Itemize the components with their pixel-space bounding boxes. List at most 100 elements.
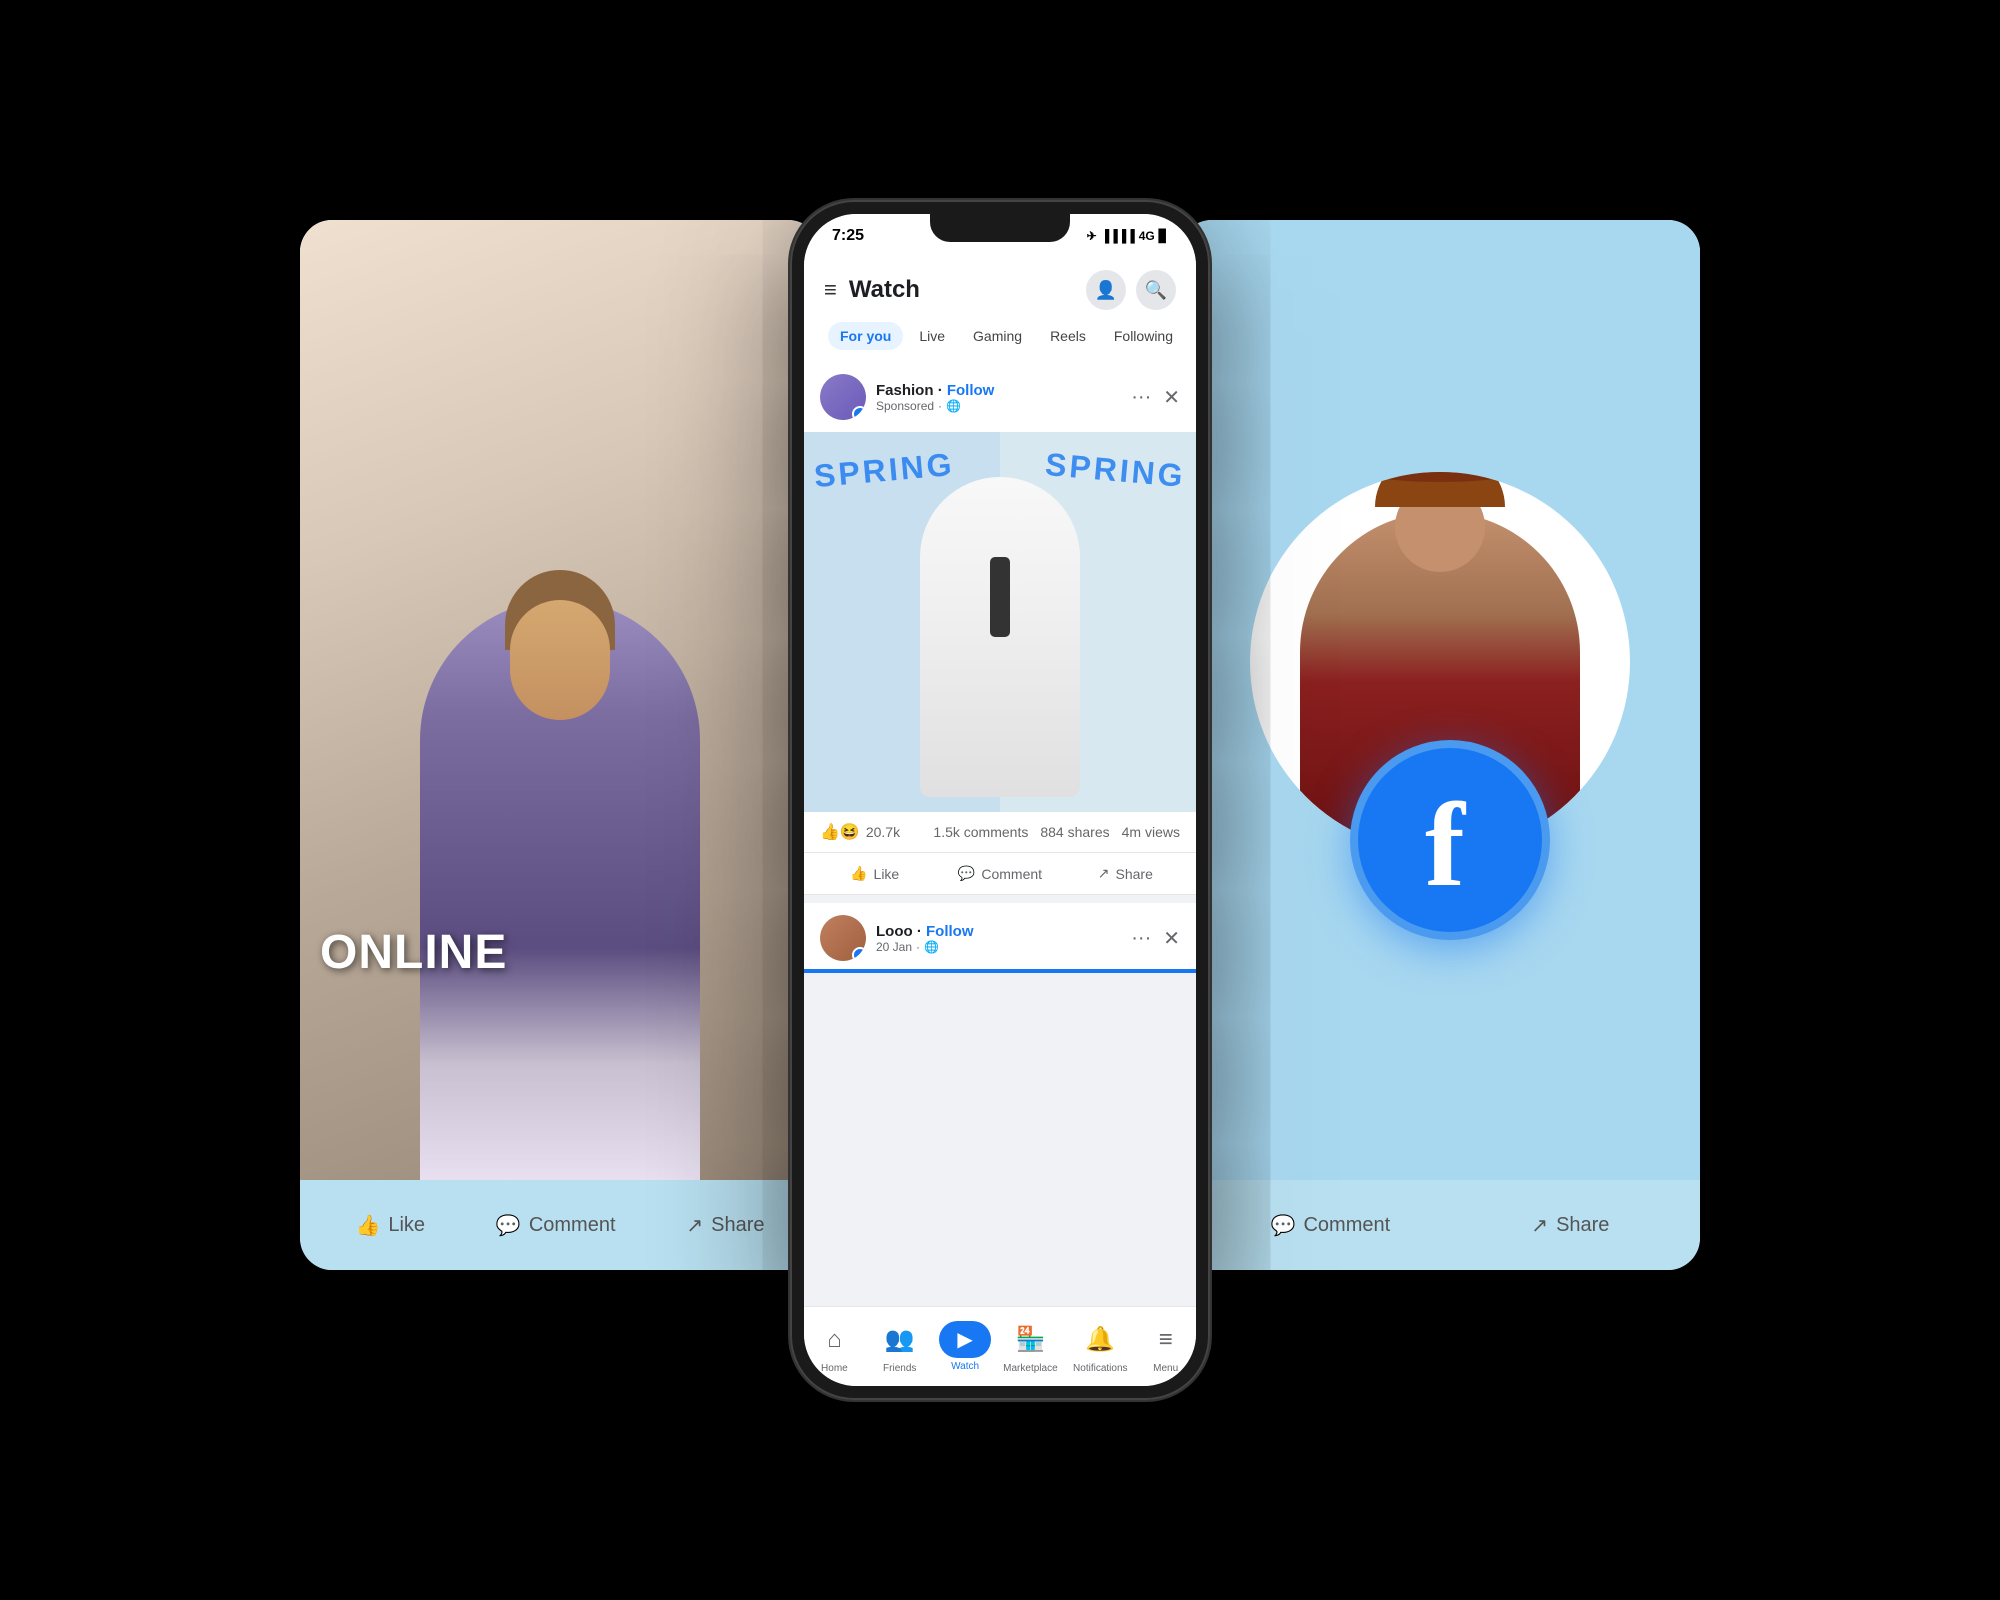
- views-count: 4m views: [1122, 824, 1180, 840]
- status-time: 7:25: [832, 227, 864, 245]
- post-1-subtitle: Sponsored · 🌐: [876, 399, 994, 413]
- home-icon: ⌂: [827, 1326, 842, 1353]
- menu-icon-bg: ≡: [1139, 1320, 1193, 1360]
- post-1-header-right: ··· ✕: [1131, 385, 1180, 410]
- nav-friends[interactable]: 👥 Friends: [865, 1311, 935, 1382]
- phone-screen: 7:25 ✈ ▐▐▐▐ 4G ▊ ≡ Watch: [804, 214, 1196, 1386]
- globe-icon: 🌐: [946, 399, 961, 413]
- like-action-icon: 👍: [850, 865, 867, 882]
- left-card-image: ONLINE: [300, 220, 820, 1180]
- share-action-icon: ↗: [1098, 865, 1110, 882]
- dot-separator: ·: [938, 399, 942, 413]
- nav-marketplace[interactable]: 🏪 Marketplace: [995, 1311, 1065, 1382]
- right-comment-button[interactable]: 💬 Comment: [1271, 1213, 1391, 1238]
- sponsored-label: Sponsored: [876, 399, 934, 413]
- verified-badge: ✓: [852, 406, 866, 420]
- like-icon: 👍: [355, 1213, 380, 1238]
- watch-nav-label: Watch: [951, 1361, 979, 1372]
- tab-gaming[interactable]: Gaming: [961, 322, 1034, 350]
- like-action-button[interactable]: 👍 Like: [812, 857, 937, 890]
- nav-watch[interactable]: ▶ Watch: [935, 1313, 996, 1380]
- post-2-follow-button[interactable]: Follow: [926, 923, 974, 940]
- tab-for-you[interactable]: For you: [828, 322, 903, 350]
- search-icon-button[interactable]: 🔍: [1136, 270, 1176, 310]
- post-1-stats: 👍😆 20.7k 1.5k comments 884 shares 4m vie…: [804, 812, 1196, 853]
- app-header: ≡ Watch 👤 🔍: [804, 258, 1196, 362]
- post-2-separator: ·: [917, 923, 926, 940]
- signal-bars: ▐▐▐▐: [1101, 229, 1135, 243]
- tab-live[interactable]: Live: [907, 322, 957, 350]
- network-label: 4G: [1139, 229, 1155, 243]
- share-action-button[interactable]: ↗ Share: [1063, 857, 1188, 890]
- nav-notifications[interactable]: 🔔 Notifications: [1065, 1311, 1135, 1382]
- post-2-more-button[interactable]: ···: [1131, 927, 1151, 950]
- online-text: ONLINE: [320, 925, 507, 980]
- friends-icon-bg: 👥: [865, 1319, 935, 1360]
- notifications-icon-bg: 🔔: [1065, 1319, 1135, 1360]
- post-card-2: ✓ Looo · Follow 20 Jan: [804, 903, 1196, 973]
- tab-reels[interactable]: Reels: [1038, 322, 1098, 350]
- left-like-label: Like: [388, 1214, 425, 1237]
- nav-home[interactable]: ⌂ Home: [804, 1312, 865, 1382]
- profile-icon: 👤: [1095, 280, 1117, 301]
- phone: 7:25 ✈ ▐▐▐▐ 4G ▊ ≡ Watch: [790, 200, 1210, 1400]
- app-title: Watch: [849, 276, 920, 304]
- watch-icon-bg: ▶: [939, 1321, 990, 1358]
- fb-f-letter: f: [1425, 785, 1465, 905]
- left-comment-label: Comment: [529, 1214, 616, 1237]
- navigation-icon: ✈: [1087, 229, 1097, 243]
- comments-count: 1.5k comments: [933, 824, 1028, 840]
- profile-icon-button[interactable]: 👤: [1086, 270, 1126, 310]
- model-figure: [920, 477, 1080, 797]
- tab-bar: For you Live Gaming Reels Following: [824, 322, 1176, 362]
- left-share-button[interactable]: ↗ Share: [686, 1213, 764, 1238]
- video-progress-bar[interactable]: [804, 969, 1196, 973]
- marketplace-icon: 🏪: [1015, 1326, 1045, 1353]
- feed-content: ✓ Fashion · Follow Sponsore: [804, 362, 1196, 1306]
- menu-icon: ≡: [1159, 1326, 1173, 1353]
- hamburger-icon[interactable]: ≡: [824, 277, 837, 303]
- home-label: Home: [821, 1363, 848, 1374]
- app-header-top: ≡ Watch 👤 🔍: [824, 270, 1176, 310]
- post-1-follow-button[interactable]: Follow: [947, 382, 995, 399]
- post-2-header: ✓ Looo · Follow 20 Jan: [804, 903, 1196, 973]
- tab-following[interactable]: Following: [1102, 322, 1185, 350]
- post-1-image: SPRING SPRING: [804, 432, 1196, 812]
- battery-icon: ▊: [1159, 229, 1168, 243]
- notifications-label: Notifications: [1073, 1363, 1127, 1374]
- post-card-1: ✓ Fashion · Follow Sponsore: [804, 362, 1196, 895]
- bottom-nav: ⌂ Home 👥 Friends ▶ Watch: [804, 1306, 1196, 1386]
- post-2-meta: Looo · Follow 20 Jan · 🌐: [876, 923, 974, 954]
- comment-action-button[interactable]: 💬 Comment: [937, 857, 1062, 890]
- author-separator: ·: [938, 382, 947, 399]
- post-1-avatar: ✓: [820, 374, 866, 420]
- left-like-button[interactable]: 👍 Like: [355, 1213, 425, 1238]
- right-comment-label: Comment: [1303, 1214, 1390, 1237]
- post-2-subtitle: 20 Jan · 🌐: [876, 940, 974, 954]
- right-share-button[interactable]: ↗ Share: [1531, 1213, 1609, 1238]
- post-1-close-button[interactable]: ✕: [1163, 385, 1180, 410]
- left-share-label: Share: [711, 1214, 764, 1237]
- share-icon: ↗: [686, 1213, 703, 1238]
- reaction-count: 20.7k: [866, 824, 900, 840]
- left-comment-button[interactable]: 💬 Comment: [496, 1213, 616, 1238]
- model-tie: [990, 557, 1010, 637]
- post-2-close-button[interactable]: ✕: [1163, 926, 1180, 951]
- post-1-author: Fashion · Follow: [876, 382, 994, 399]
- post-2-header-right: ··· ✕: [1131, 926, 1180, 951]
- shares-count: 884 shares: [1040, 824, 1109, 840]
- menu-label: Menu: [1153, 1363, 1178, 1374]
- marketplace-label: Marketplace: [1003, 1363, 1057, 1374]
- comment-action-icon: 💬: [958, 865, 975, 882]
- share-action-label: Share: [1116, 866, 1153, 882]
- nav-menu[interactable]: ≡ Menu: [1135, 1312, 1196, 1382]
- phone-outer: 7:25 ✈ ▐▐▐▐ 4G ▊ ≡ Watch: [790, 200, 1210, 1400]
- right-share-icon: ↗: [1531, 1213, 1548, 1238]
- post-1-more-button[interactable]: ···: [1131, 386, 1151, 409]
- status-icons: ✈ ▐▐▐▐ 4G ▊: [1087, 229, 1168, 243]
- post-1-meta: Fashion · Follow Sponsored · 🌐: [876, 382, 994, 413]
- right-share-label: Share: [1556, 1214, 1609, 1237]
- person-head: [510, 600, 610, 720]
- reaction-emojis-display: 👍😆: [820, 822, 860, 842]
- post-2-globe-icon: 🌐: [924, 940, 939, 954]
